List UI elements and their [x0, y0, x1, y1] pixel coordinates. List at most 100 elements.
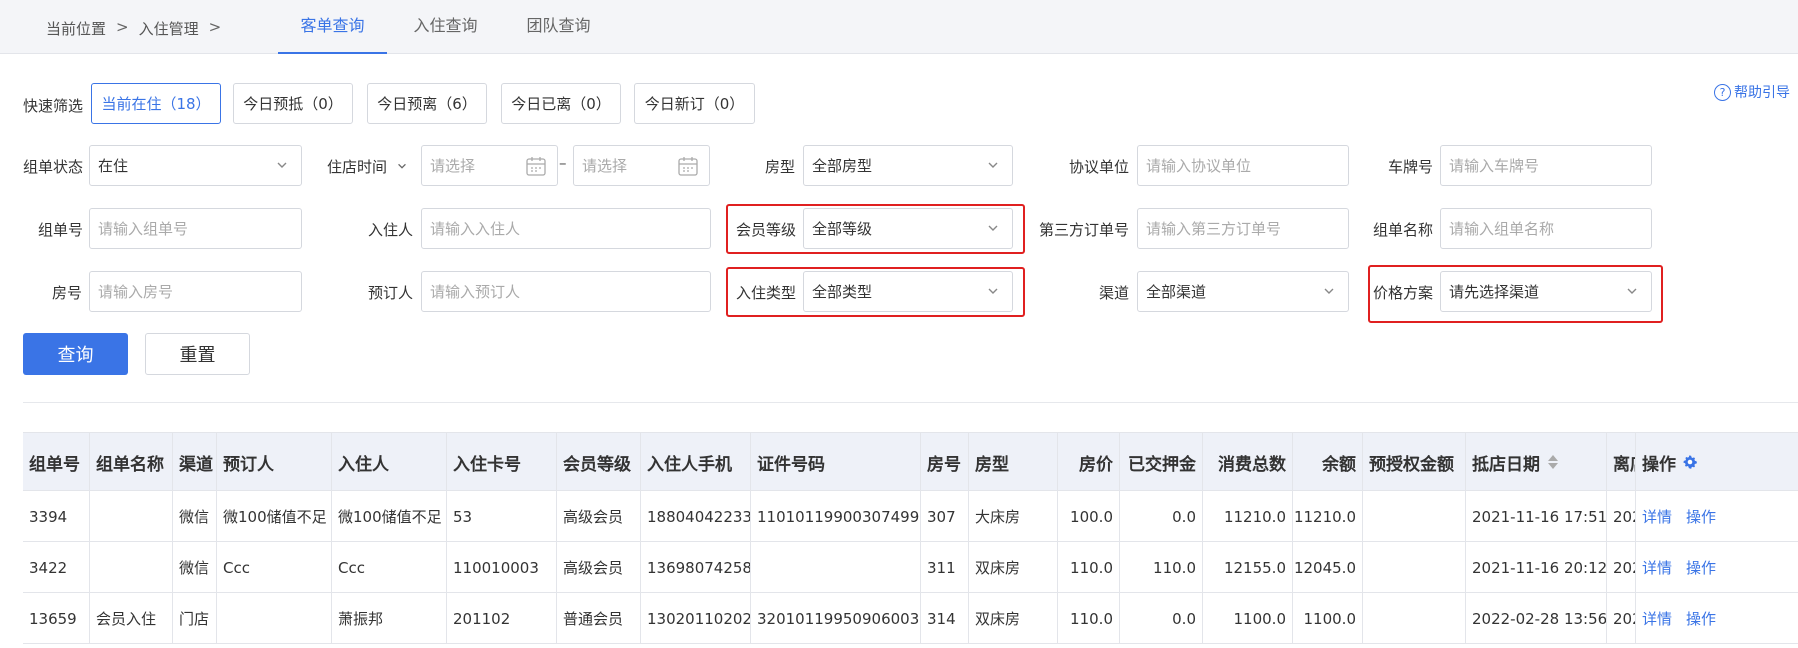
agreement-unit-field[interactable] — [1146, 156, 1348, 175]
arrival-date-header[interactable]: 抵店日期 — [1466, 433, 1607, 491]
reset-button[interactable]: 重置 — [145, 333, 250, 375]
column-header: 会员等级 — [557, 433, 641, 491]
table-cell: 2021-11-16 20:12 — [1466, 542, 1607, 593]
table-cell: 18804042233 — [641, 491, 751, 542]
room-type-value: 全部房型 — [812, 157, 873, 175]
calendar-icon — [678, 157, 698, 176]
price-plan-select[interactable]: 请先选择渠道 — [1440, 271, 1652, 312]
channel-select[interactable]: 全部渠道 — [1137, 271, 1349, 312]
table-cell: 311 — [921, 542, 969, 593]
table-cell: 高级会员 — [557, 542, 641, 593]
table-row: 13659 会员入住 门店 萧振邦 201102 普通会员 1302011020… — [23, 593, 1798, 644]
group-number-field[interactable] — [98, 219, 301, 238]
column-header: 证件号码 — [751, 433, 921, 491]
tab-order-query[interactable]: 客单查询 — [278, 0, 387, 54]
column-header: 余额 — [1293, 433, 1363, 491]
column-header: 渠道 — [173, 433, 217, 491]
quick-filter-current-staying[interactable]: 当前在住（18） — [91, 83, 221, 124]
table-cell: 微100储值不足 — [332, 491, 447, 542]
room-number-label: 房号 — [52, 284, 83, 302]
group-status-select[interactable]: 在住 — [89, 145, 302, 186]
booker-input[interactable] — [421, 271, 711, 312]
price-plan-label: 价格方案 — [1373, 284, 1434, 302]
table-cell: 12155.0 — [1203, 542, 1293, 593]
stay-time-start-input[interactable] — [421, 145, 558, 186]
operate-link[interactable]: 操作 — [1686, 557, 1716, 578]
group-status-value: 在住 — [98, 157, 129, 175]
room-number-input[interactable] — [89, 271, 302, 312]
guest-order-table: 组单号 组单名称 渠道 预订人 入住人 入住卡号 会员等级 入住人手机 证件号码… — [23, 432, 1798, 644]
breadcrumb-separator: > — [208, 18, 222, 36]
table-cell: 微100储值不足 — [217, 491, 332, 542]
column-header: 组单号 — [23, 433, 90, 491]
table-cell: 3394 — [23, 491, 90, 542]
table-cell: 110.0 — [1120, 542, 1203, 593]
column-header: 预授权金额 — [1363, 433, 1466, 491]
group-name-input[interactable] — [1440, 208, 1652, 249]
table-cell: 110.0 — [1058, 593, 1120, 644]
breadcrumb-section[interactable]: 入住管理 — [139, 18, 199, 39]
group-name-field[interactable] — [1449, 219, 1651, 238]
table-cell: 53 — [447, 491, 557, 542]
table-cell: 双床房 — [969, 593, 1058, 644]
quick-filter-today-new[interactable]: 今日新订（0） — [634, 83, 755, 124]
table-cell: 11210.0 — [1293, 491, 1363, 542]
query-button[interactable]: 查询 — [23, 333, 128, 375]
quick-filter-today-arrival[interactable]: 今日预抵（0） — [233, 83, 353, 124]
table-cell: Ccc — [217, 542, 332, 593]
plate-number-field[interactable] — [1449, 156, 1651, 175]
column-header: 操作 — [1642, 454, 1676, 475]
column-header: 预订人 — [217, 433, 332, 491]
checkin-type-select[interactable]: 全部类型 — [803, 271, 1013, 312]
chevron-down-icon — [1324, 288, 1334, 294]
room-type-select[interactable]: 全部房型 — [803, 145, 1013, 186]
table-cell — [90, 491, 173, 542]
quick-filter-today-departure[interactable]: 今日预离（6） — [367, 83, 487, 124]
guest-input[interactable] — [421, 208, 711, 249]
stay-time-end-input[interactable] — [573, 145, 710, 186]
table-cell: 13659 — [23, 593, 90, 644]
checkin-type-label: 入住类型 — [736, 284, 797, 302]
table-cell: 110010003 — [447, 542, 557, 593]
room-number-field[interactable] — [98, 282, 301, 301]
third-party-order-field[interactable] — [1146, 219, 1348, 238]
table-header: 组单号 组单名称 渠道 预订人 入住人 入住卡号 会员等级 入住人手机 证件号码… — [23, 433, 1798, 491]
operate-link[interactable]: 操作 — [1686, 608, 1716, 629]
sort-icon[interactable] — [1548, 455, 1558, 469]
table-cell: 11210.0 — [1203, 491, 1293, 542]
table-cell — [1363, 593, 1466, 644]
column-header: 房型 — [969, 433, 1058, 491]
detail-link[interactable]: 详情 — [1642, 608, 1672, 629]
guest-field[interactable] — [430, 219, 710, 238]
operate-link[interactable]: 操作 — [1686, 506, 1716, 527]
plate-number-input[interactable] — [1440, 145, 1652, 186]
table-cell: 大床房 — [969, 491, 1058, 542]
tab-bar: 客单查询 入住查询 团队查询 — [278, 0, 613, 54]
gear-icon[interactable] — [1682, 454, 1698, 470]
table-cell: 314 — [921, 593, 969, 644]
column-header: 入住人 — [332, 433, 447, 491]
member-level-label: 会员等级 — [736, 221, 797, 239]
booker-field[interactable] — [430, 282, 710, 301]
table-cell: 3422 — [23, 542, 90, 593]
tab-team-query[interactable]: 团队查询 — [504, 0, 613, 54]
quick-filter-today-departed[interactable]: 今日已离（0） — [501, 83, 621, 124]
group-number-input[interactable] — [89, 208, 302, 249]
column-header: 入住卡号 — [447, 433, 557, 491]
top-bar: 当前位置 > 入住管理 > 客单查询 入住查询 团队查询 — [0, 0, 1798, 54]
chevron-down-icon — [988, 162, 998, 168]
third-party-order-input[interactable] — [1137, 208, 1349, 249]
detail-link[interactable]: 详情 — [1642, 506, 1672, 527]
chevron-down-icon — [1627, 288, 1637, 294]
breadcrumb: 当前位置 > 入住管理 > — [46, 18, 221, 39]
member-level-select[interactable]: 全部等级 — [803, 208, 1013, 249]
detail-link[interactable]: 详情 — [1642, 557, 1672, 578]
table-cell: 0.0 — [1120, 491, 1203, 542]
table-cell: 1100.0 — [1293, 593, 1363, 644]
table-cell — [751, 542, 921, 593]
agreement-unit-input[interactable] — [1137, 145, 1349, 186]
quick-filter-label: 快速筛选 — [23, 97, 84, 115]
help-guide-link[interactable]: ? 帮助引导 — [1714, 82, 1790, 102]
tab-checkin-query[interactable]: 入住查询 — [391, 0, 500, 54]
stay-time-toggle[interactable]: 住店时间 — [327, 156, 408, 177]
